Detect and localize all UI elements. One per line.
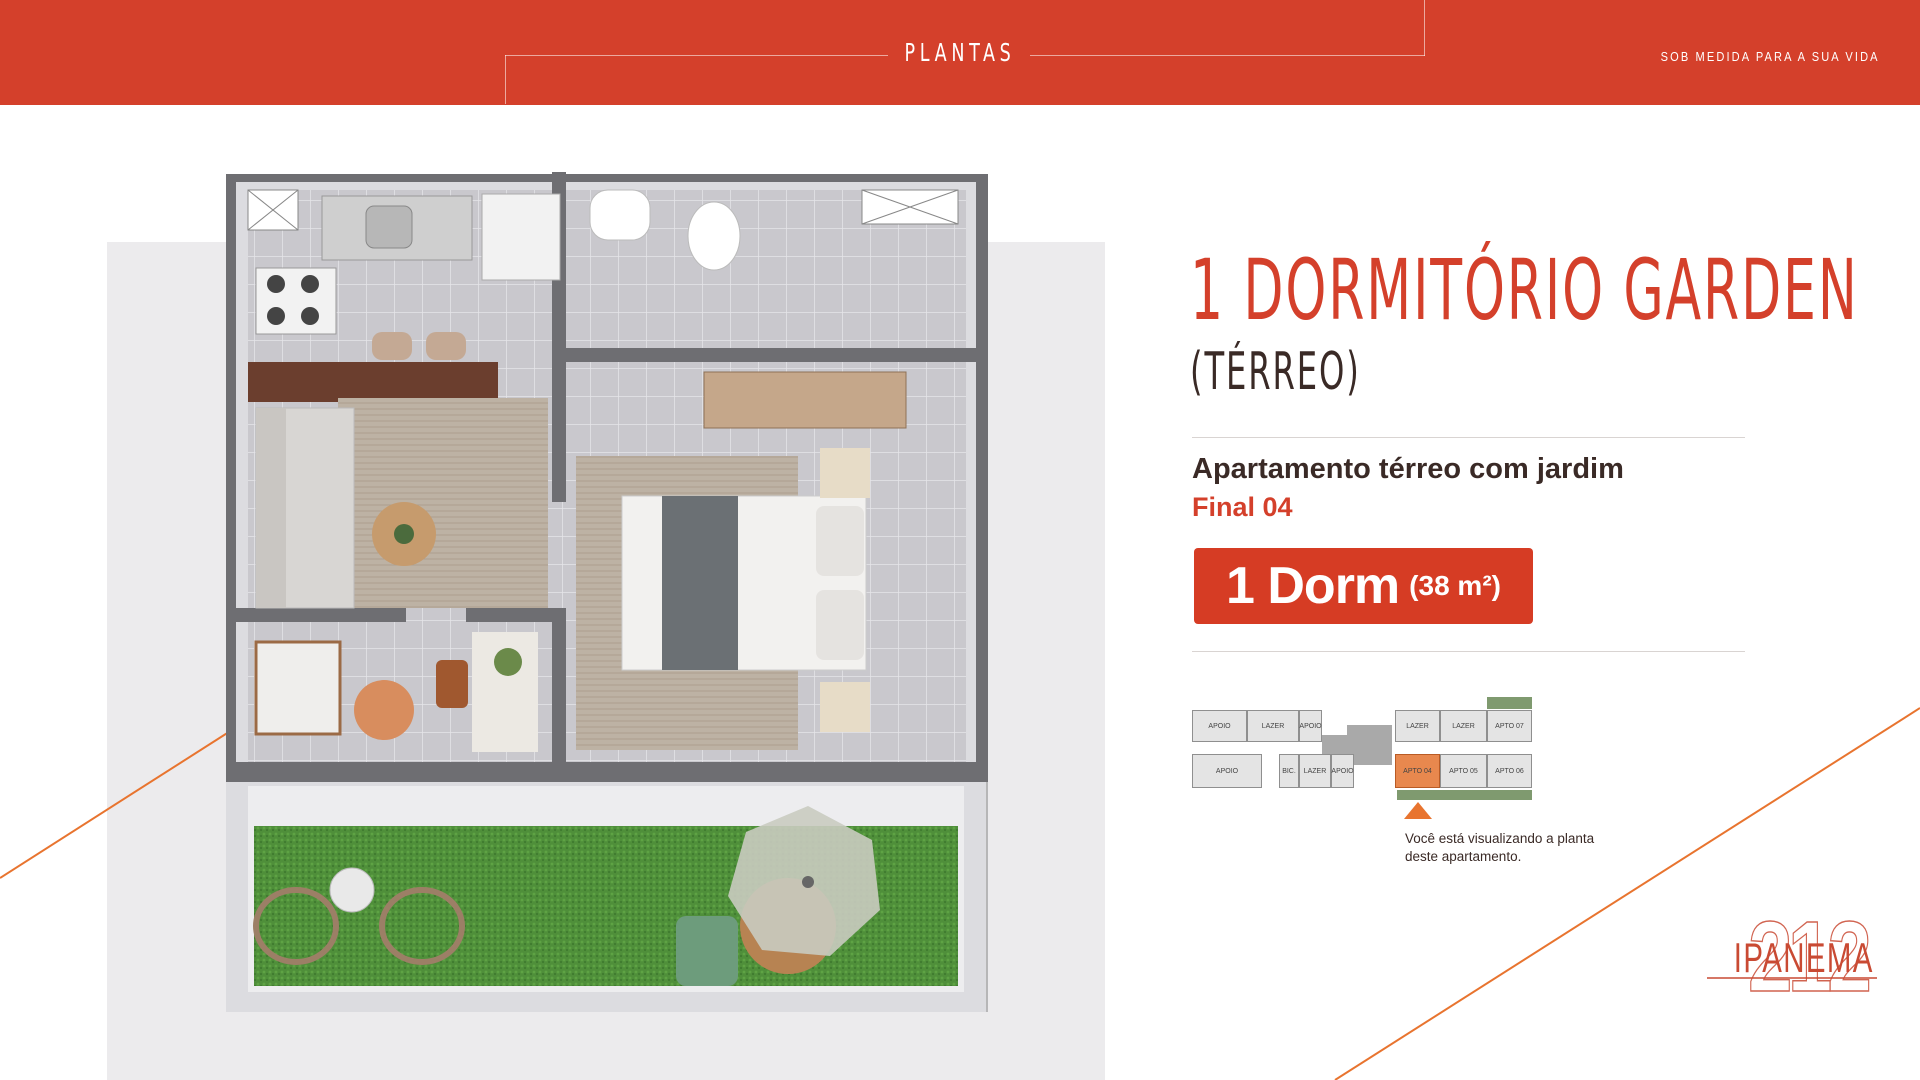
keyplan-cell-bottom-1: BIC. [1279,754,1299,788]
keyplan-cell-bottom-2: LAZER [1299,754,1331,788]
unit-final: Final 04 [1192,492,1293,522]
unit-title: 1 DORMITÓRIO GARDEN [1190,241,1859,339]
living-rug [338,398,548,608]
keyplan-caption: Você está visualizando a planta deste ap… [1405,831,1595,864]
unit-subtitle: (TÉRREO) [1190,342,1361,402]
nightstand-lamp [820,448,870,498]
keyplan-cell-top-4: LAZER [1440,710,1487,742]
garden-side-table [329,867,375,913]
lounge-chair [254,640,342,736]
toilet [687,201,741,271]
keyplan-cell-top-1: LAZER [1247,710,1299,742]
keyplan-cell-bottom-5: APTO 05 [1440,754,1487,788]
dorm-badge-area: (38 m²) [1409,570,1501,601]
unit-description: Apartamento térreo com jardim [1192,453,1624,485]
logo-underline [1707,977,1877,979]
fridge [481,193,561,281]
ottoman [354,680,414,740]
you-are-here-marker [1404,802,1432,819]
divider-bottom [1192,651,1745,652]
keyplan-cell-bottom-4-highlight: APTO 04 [1395,754,1440,788]
keyplan-cell-top-5: APTO 07 [1487,710,1532,742]
keyplan-cell-bottom-6: APTO 06 [1487,754,1532,788]
stove [255,267,337,335]
bathroom-sink [589,189,651,241]
keyplan-cell-top-2: APOIO [1299,710,1322,742]
keyplan-cell-bottom-0: APOIO [1192,754,1262,788]
divider-top [1192,437,1745,438]
keyplan-cell-top-3: LAZER [1395,710,1440,742]
kitchen-bar-counter [248,362,498,402]
keyplan-cell-bottom-3: APOIO [1331,754,1354,788]
wardrobe [703,371,907,429]
keyplan-cell-top-0: APOIO [1192,710,1247,742]
dorm-badge-label: 1 Dorm [1226,557,1400,615]
wall-balcony [226,608,406,622]
garden-bench [676,916,738,986]
floorplan-illustration [226,172,988,1012]
dorm-badge: 1 Dorm (38 m²) [1194,548,1533,624]
